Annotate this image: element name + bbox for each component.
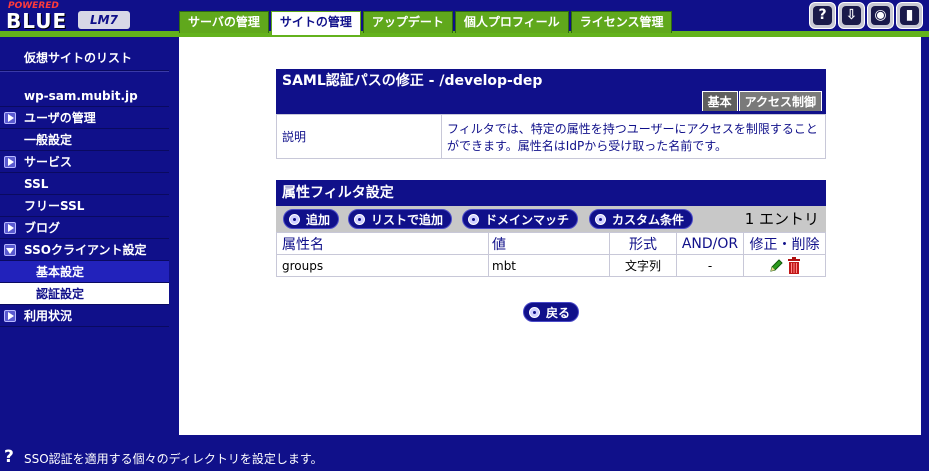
- description-table: 説明 フィルタでは、特定の属性を持つユーザーにアクセスを制限することができます。…: [276, 114, 826, 159]
- sidebar-item-label: 利用状況: [24, 309, 73, 323]
- description-text: フィルタでは、特定の属性を持つユーザーにアクセスを制限することができます。属性名…: [441, 114, 826, 159]
- download-icon[interactable]: ⇩: [838, 2, 865, 29]
- tab-server-management[interactable]: サーバの管理: [179, 11, 269, 33]
- sidebar-item-label: SSOクライアント設定: [24, 243, 147, 257]
- tab-update[interactable]: アップデート: [362, 11, 453, 33]
- sidebar-item-sso-client[interactable]: SSOクライアント設定: [0, 239, 169, 261]
- logo-badge: LM7: [78, 11, 130, 29]
- column-header-format: 形式: [609, 232, 677, 255]
- button-dot-icon: [529, 307, 540, 318]
- sidebar-item-label: ユーザの管理: [24, 111, 96, 125]
- main-tabs: サーバの管理 サイトの管理 アップデート 個人プロフィール ライセンス管理: [179, 11, 674, 35]
- top-bar: POWERED BLUE LM7 サーバの管理 サイトの管理 アップデート 個人…: [0, 0, 929, 37]
- saml-path-title-bar: SAML認証パスの修正 - /develop-dep 基本 アクセス制御: [276, 69, 826, 114]
- collapse-arrow-icon: [4, 244, 16, 256]
- column-header-andor: AND/OR: [676, 232, 744, 255]
- panel-title: 属性フィルタ設定: [282, 185, 394, 201]
- attribute-filter-panel: 属性フィルタ設定 追加 リストで追加 ドメインマッチ カスタム条件 1 エントリ…: [276, 180, 826, 277]
- subtab-access-control[interactable]: アクセス制御: [738, 91, 822, 111]
- expand-arrow-icon: [4, 112, 16, 124]
- sidebar-item-label: ブログ: [24, 221, 61, 235]
- delete-trash-icon[interactable]: [787, 257, 801, 274]
- button-label: 追加: [306, 213, 331, 227]
- button-dot-icon: [289, 214, 300, 225]
- add-by-list-button[interactable]: リストで追加: [348, 209, 453, 229]
- column-header-attr-name: 属性名: [276, 232, 489, 255]
- filter-toolbar: 追加 リストで追加 ドメインマッチ カスタム条件 1 エントリ: [276, 206, 826, 232]
- expand-arrow-icon: [4, 310, 16, 322]
- logo: POWERED BLUE LM7: [4, 1, 134, 33]
- edit-pencil-icon[interactable]: [768, 258, 784, 274]
- tab-site-management[interactable]: サイトの管理: [270, 11, 361, 35]
- button-dot-icon: [468, 214, 479, 225]
- right-strip: [921, 37, 929, 435]
- column-header-edit-delete: 修正・削除: [743, 232, 826, 255]
- status-message: SSO認証を適用する個々のディレクトリを設定します。: [24, 452, 323, 466]
- subtab-basic[interactable]: 基本: [701, 91, 738, 111]
- help-icon[interactable]: ?: [809, 2, 836, 29]
- expand-arrow-icon: [4, 222, 16, 234]
- table-header-row: 属性名 値 形式 AND/OR 修正・削除: [276, 232, 826, 255]
- custom-condition-button[interactable]: カスタム条件: [589, 209, 694, 229]
- sidebar-item-free-ssl[interactable]: フリーSSL: [0, 195, 169, 217]
- button-label: ドメインマッチ: [485, 213, 570, 227]
- button-label: 戻る: [546, 306, 571, 320]
- sidebar-item-usage[interactable]: 利用状況: [0, 305, 169, 327]
- expand-arrow-icon: [4, 156, 16, 168]
- button-dot-icon: [354, 214, 365, 225]
- logout-icon[interactable]: ▮: [896, 2, 923, 29]
- panel-title: SAML認証パスの修正 - /develop-dep: [282, 73, 543, 89]
- domain-match-button[interactable]: ドメインマッチ: [462, 209, 579, 229]
- sidebar-item-auth-settings[interactable]: 認証設定: [0, 283, 169, 305]
- view-icon[interactable]: ◉: [867, 2, 894, 29]
- table-row: groups mbt 文字列 -: [276, 254, 826, 277]
- sidebar-divider: [0, 71, 169, 72]
- sidebar-item-ssl[interactable]: SSL: [0, 173, 169, 195]
- column-header-value: 値: [488, 232, 610, 255]
- status-bar: ? SSO認証を適用する個々のディレクトリを設定します。: [0, 435, 929, 471]
- cell-actions: [743, 254, 826, 277]
- saml-path-panel: SAML認証パスの修正 - /develop-dep 基本 アクセス制御 説明 …: [276, 69, 826, 159]
- sidebar: 仮想サイトのリスト wp-sam.mubit.jp ユーザの管理 一般設定 サー…: [0, 37, 179, 435]
- attribute-table: 属性名 値 形式 AND/OR 修正・削除 groups mbt 文字列 -: [276, 232, 826, 277]
- sidebar-item-basic-settings[interactable]: 基本設定: [0, 261, 169, 283]
- description-label: 説明: [276, 114, 442, 159]
- logo-name: BLUE: [6, 9, 68, 33]
- cell-value: mbt: [488, 254, 610, 277]
- sidebar-site-name[interactable]: wp-sam.mubit.jp: [0, 85, 169, 107]
- help-question-icon: ?: [4, 447, 14, 467]
- button-label: カスタム条件: [612, 213, 685, 227]
- cell-format: 文字列: [609, 254, 677, 277]
- attribute-filter-title-bar: 属性フィルタ設定: [276, 180, 826, 206]
- cell-andor: -: [676, 254, 744, 277]
- button-dot-icon: [595, 214, 606, 225]
- tab-license[interactable]: ライセンス管理: [570, 11, 673, 33]
- cell-attr-name: groups: [276, 254, 489, 277]
- sidebar-item-users[interactable]: ユーザの管理: [0, 107, 169, 129]
- sidebar-item-services[interactable]: サービス: [0, 151, 169, 173]
- sidebar-item-blog[interactable]: ブログ: [0, 217, 169, 239]
- add-button[interactable]: 追加: [283, 209, 340, 229]
- sidebar-vsite-list[interactable]: 仮想サイトのリスト: [0, 45, 169, 71]
- panel-subtabs: 基本 アクセス制御: [701, 91, 822, 111]
- button-label: リストで追加: [371, 213, 444, 227]
- back-button[interactable]: 戻る: [523, 302, 580, 322]
- sidebar-item-label: サービス: [24, 155, 73, 169]
- top-icons: ? ⇩ ◉ ▮: [809, 2, 923, 29]
- tab-profile[interactable]: 個人プロフィール: [454, 11, 569, 33]
- sidebar-item-general[interactable]: 一般設定: [0, 129, 169, 151]
- entry-count: 1 エントリ: [744, 210, 819, 228]
